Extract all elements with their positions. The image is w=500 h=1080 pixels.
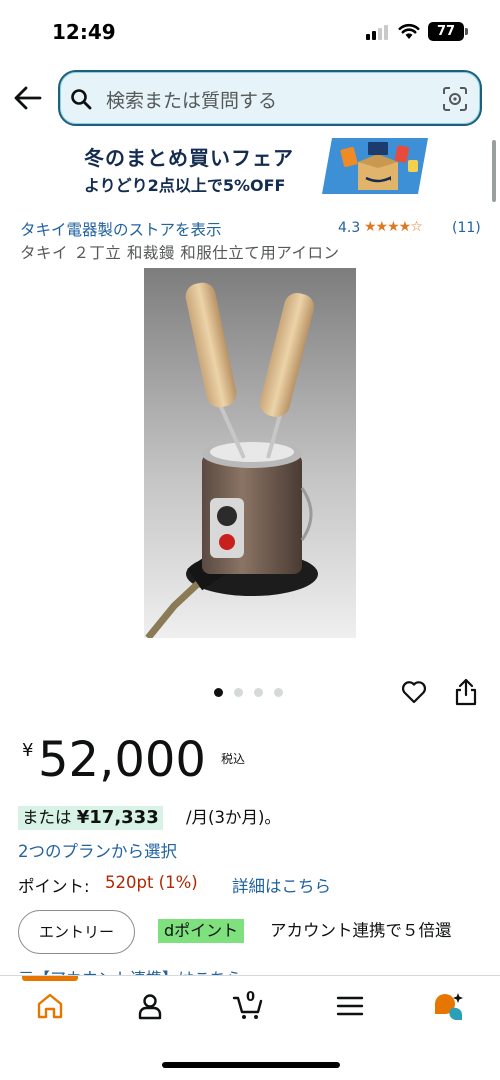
nav-active-indicator: [22, 976, 78, 981]
cellular-signal-icon: [366, 24, 390, 40]
installment-highlight: または ¥17,333: [18, 806, 163, 830]
points-label: ポイント:: [18, 877, 90, 896]
status-time: 12:49: [52, 20, 116, 44]
carousel-dot[interactable]: [234, 688, 243, 697]
plans-link[interactable]: 2つのプランから選択: [18, 838, 177, 862]
heart-icon[interactable]: [400, 678, 428, 706]
tax-note: 税込: [221, 752, 246, 766]
rating-value[interactable]: 4.3: [338, 220, 360, 236]
rating-count[interactable]: (11): [452, 220, 481, 236]
installment-suffix: /月(3か月)。: [186, 808, 281, 827]
search-placeholder: 検索または質問する: [106, 90, 278, 112]
back-arrow-icon[interactable]: [12, 82, 44, 114]
shopping-box-illustration: [322, 138, 428, 194]
banner-subtitle: よりどり2点以上で5%OFF: [84, 176, 286, 195]
product-image[interactable]: [144, 268, 356, 638]
price-amount: 52,000: [38, 732, 206, 788]
carousel-dot[interactable]: [214, 688, 223, 697]
search-header: 検索または質問する: [0, 62, 500, 128]
wifi-icon: [398, 23, 420, 39]
menu-icon[interactable]: [334, 990, 366, 1022]
dpoint-badge: dポイント: [158, 919, 245, 943]
status-bar: 12:49 77: [0, 0, 500, 62]
rating-stars[interactable]: ★★★★☆: [364, 219, 423, 235]
carousel-dot[interactable]: [274, 688, 283, 697]
installment-amount: ¥17,333: [76, 807, 159, 828]
home-icon[interactable]: [34, 990, 66, 1022]
battery-level: 77: [428, 22, 464, 41]
search-input[interactable]: 検索または質問する: [58, 70, 482, 126]
entry-button[interactable]: エントリー: [18, 910, 135, 954]
search-icon: [71, 89, 92, 110]
installment-prefix: または: [22, 808, 72, 827]
camera-lens-icon[interactable]: [442, 86, 468, 112]
points-details-link[interactable]: 詳細はこちら: [232, 873, 331, 897]
cart-count: 0: [246, 990, 256, 1005]
account-icon[interactable]: [134, 990, 166, 1022]
dpoint-text: アカウント連携で５倍還: [270, 921, 452, 940]
product-title: タキイ ２丁立 和裁鏝 和服仕立て用アイロン: [20, 244, 340, 262]
price-currency: ¥: [22, 740, 34, 761]
home-indicator: [162, 1062, 340, 1068]
account-link-cutoff[interactable]: 元【アカウント連携】はこちら: [18, 965, 242, 975]
store-link[interactable]: タキイ電器製のストアを表示: [20, 218, 222, 240]
scrollbar[interactable]: [492, 140, 496, 202]
rufus-assistant-icon[interactable]: [432, 990, 464, 1022]
share-icon[interactable]: [454, 678, 478, 706]
carousel-dot[interactable]: [254, 688, 263, 697]
battery-cap: [465, 28, 468, 35]
points-value: 520pt (1%): [105, 873, 198, 892]
promo-banner[interactable]: 冬のまとめ買いフェア よりどり2点以上で5%OFF: [0, 132, 500, 202]
banner-title: 冬のまとめ買いフェア: [84, 146, 294, 170]
